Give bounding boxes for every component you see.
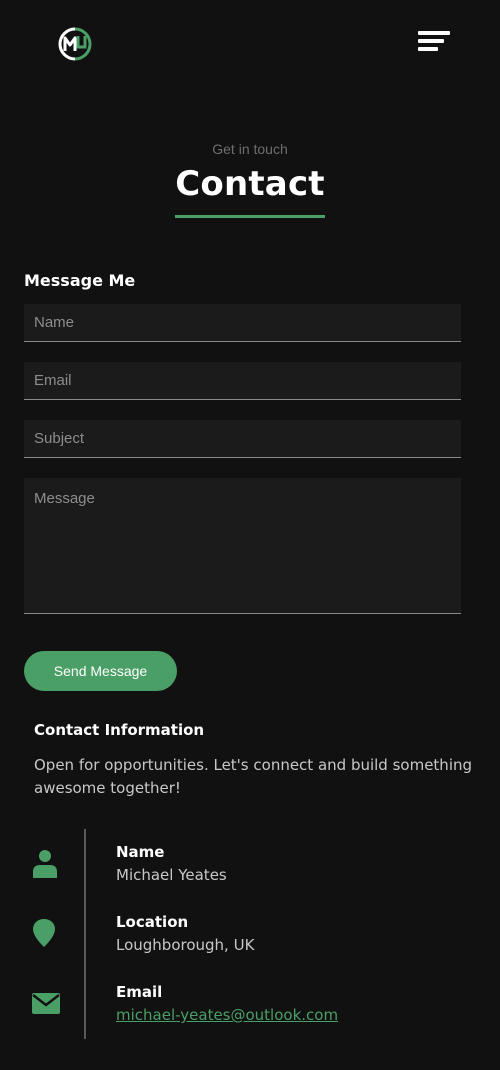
logo-icon[interactable] <box>58 27 92 61</box>
section-kicker: Get in touch <box>212 141 288 157</box>
form-heading: Message Me <box>24 271 136 290</box>
hamburger-menu-icon[interactable] <box>418 31 452 57</box>
message-textarea[interactable] <box>24 478 461 614</box>
contact-name-label: Name <box>116 843 165 861</box>
contact-email-label: Email <box>116 983 163 1001</box>
contact-location-value: Loughborough, UK <box>116 936 255 954</box>
email-input[interactable] <box>24 362 461 400</box>
contact-location-label: Location <box>116 913 189 931</box>
subject-input[interactable] <box>24 420 461 458</box>
page-title: Contact <box>175 164 325 204</box>
envelope-icon <box>32 993 60 1014</box>
location-pin-icon <box>33 919 55 947</box>
title-underline <box>175 215 325 218</box>
send-message-button[interactable]: Send Message <box>24 651 177 691</box>
contact-info-divider <box>84 829 86 1039</box>
contact-info-description: Open for opportunities. Let's connect an… <box>34 756 473 797</box>
site-header <box>0 0 500 90</box>
contact-email-link[interactable]: michael-yeates@outlook.com <box>116 1006 338 1024</box>
person-icon <box>33 850 57 878</box>
name-input[interactable] <box>24 304 461 342</box>
contact-name-value: Michael Yeates <box>116 866 227 884</box>
contact-info-heading: Contact Information <box>34 721 205 739</box>
